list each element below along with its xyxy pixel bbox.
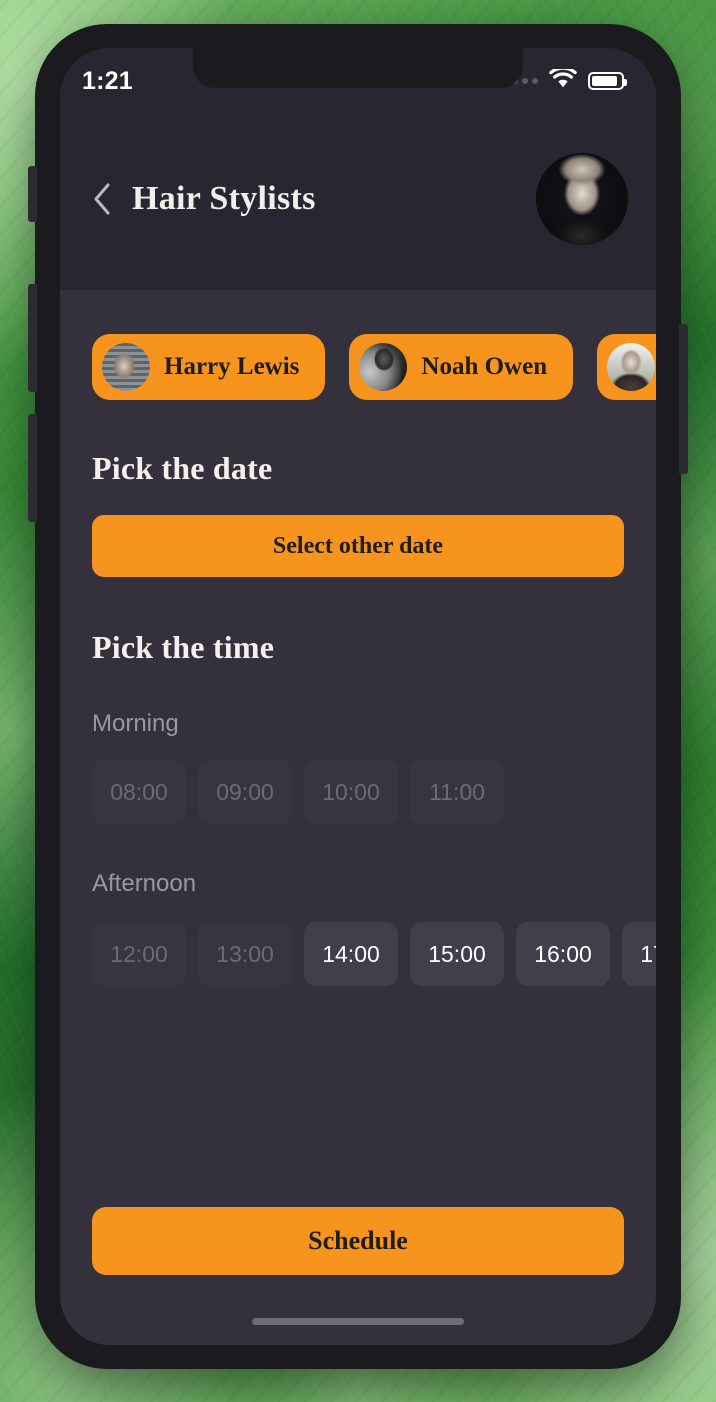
time-slot[interactable]: 15:00 bbox=[410, 922, 504, 986]
afternoon-label: Afternoon bbox=[92, 870, 197, 897]
time-slot: 13:00 bbox=[198, 922, 292, 986]
time-slot[interactable]: 16:00 bbox=[516, 922, 610, 986]
phone-screen: 1:21 Hair Stylists Harry Lewis Noah Owen… bbox=[60, 48, 656, 1345]
volume-up-button[interactable] bbox=[28, 284, 37, 392]
status-bar-time: 1:21 bbox=[82, 66, 133, 95]
stylist-photo-1 bbox=[102, 343, 150, 391]
morning-slot-row: 08:00 09:00 10:00 11:00 bbox=[60, 760, 656, 824]
afternoon-slot-row: 12:00 13:00 14:00 15:00 16:00 17:00 bbox=[60, 922, 656, 986]
stylist-chip[interactable]: Noah Owen bbox=[349, 334, 574, 400]
chevron-left-icon bbox=[94, 183, 110, 215]
stylist-chip[interactable]: Harry Lewis bbox=[92, 334, 326, 400]
select-other-date-button[interactable]: Select other date bbox=[92, 515, 624, 577]
page-title: Hair Stylists bbox=[132, 180, 316, 217]
time-slot: 09:00 bbox=[198, 760, 292, 824]
time-slot: 08:00 bbox=[92, 760, 186, 824]
back-button[interactable] bbox=[80, 177, 124, 221]
battery-icon bbox=[588, 72, 627, 90]
time-slot: 11:00 bbox=[410, 760, 504, 824]
pick-time-heading: Pick the time bbox=[92, 629, 275, 665]
silent-switch-button[interactable] bbox=[28, 166, 37, 222]
schedule-button[interactable]: Schedule bbox=[92, 1207, 624, 1275]
stylist-photo-2 bbox=[359, 343, 408, 391]
time-slot[interactable]: 14:00 bbox=[304, 922, 398, 986]
stylist-chip-list[interactable]: Harry Lewis Noah Owen bbox=[60, 290, 656, 400]
stylist-chip[interactable] bbox=[597, 334, 656, 400]
stylist-name: Harry Lewis bbox=[164, 353, 300, 380]
volume-down-button[interactable] bbox=[28, 414, 37, 522]
app-header: Hair Stylists bbox=[60, 108, 656, 290]
main-content: Harry Lewis Noah Owen Pick the date Sele… bbox=[60, 290, 656, 1345]
stylist-name: Noah Owen bbox=[421, 353, 548, 380]
time-slot: 10:00 bbox=[304, 760, 398, 824]
morning-label: Morning bbox=[92, 710, 179, 737]
pick-date-heading: Pick the date bbox=[92, 450, 273, 486]
power-button[interactable] bbox=[679, 324, 688, 474]
home-indicator[interactable] bbox=[252, 1318, 464, 1325]
wifi-icon bbox=[549, 66, 577, 94]
time-slot[interactable]: 17:00 bbox=[622, 922, 656, 986]
device-notch bbox=[193, 48, 523, 88]
time-slot: 12:00 bbox=[92, 922, 186, 986]
stylist-photo-3 bbox=[607, 343, 656, 391]
phone-device-frame: 1:21 Hair Stylists Harry Lewis Noah Owen… bbox=[28, 24, 688, 1369]
user-avatar[interactable] bbox=[536, 153, 628, 245]
